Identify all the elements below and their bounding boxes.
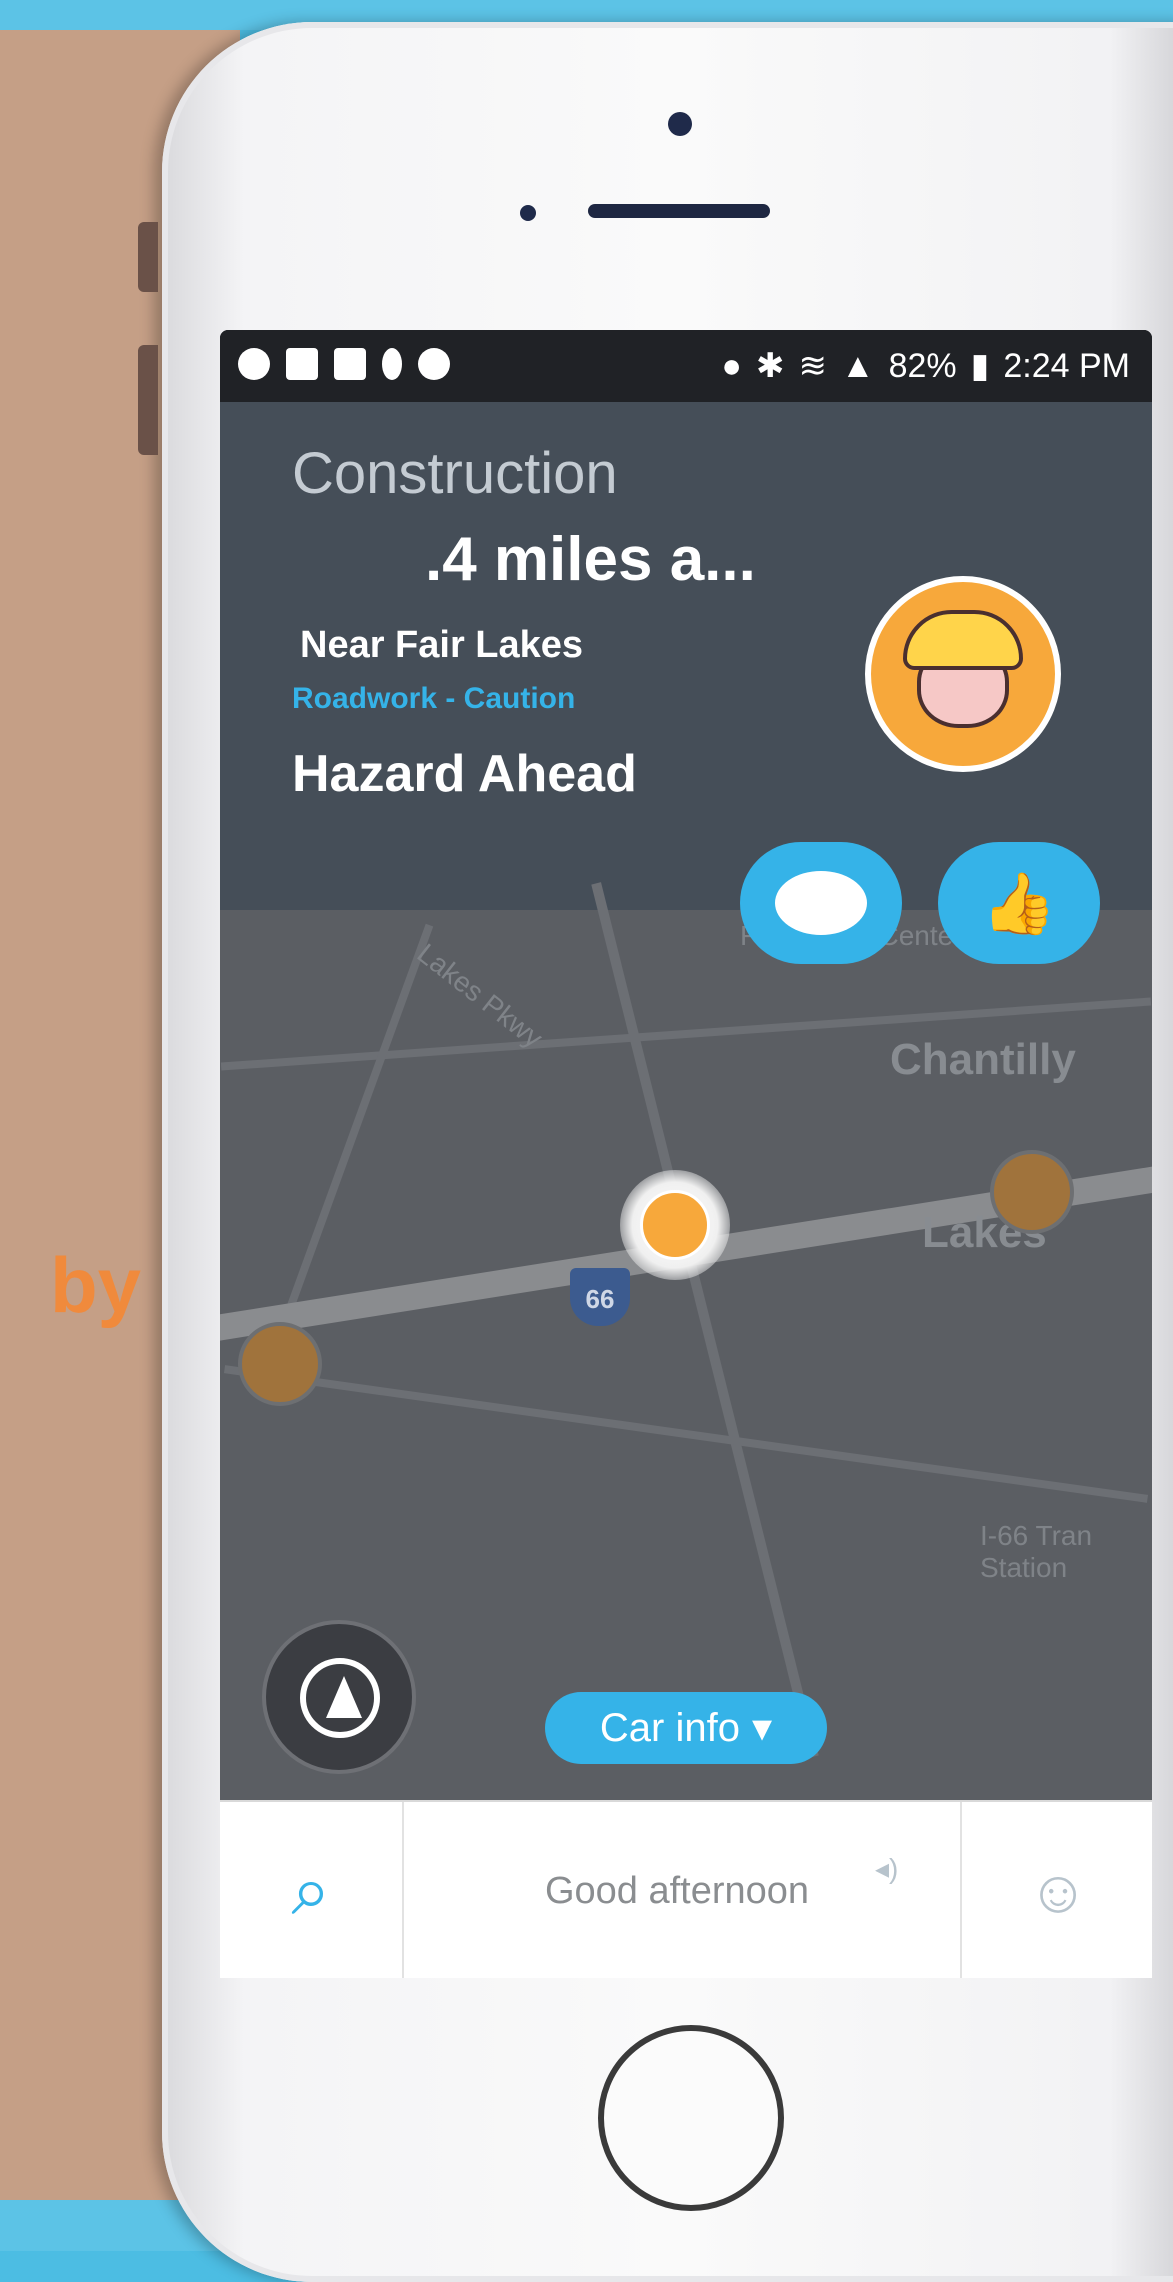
- bluetooth-icon: ✱: [755, 347, 785, 385]
- battery-icon: ▮: [970, 347, 990, 385]
- signal-icon: ▲: [840, 346, 875, 385]
- wifi-icon: ≋: [798, 347, 827, 385]
- front-camera: [668, 112, 692, 136]
- phone-call-icon: [382, 348, 402, 380]
- smiley-icon: [418, 348, 450, 380]
- proximity-sensor: [520, 205, 536, 221]
- map-gas-station-icon[interactable]: [238, 1322, 322, 1406]
- worker-helmet: [903, 610, 1023, 670]
- alert-category: Construction: [292, 441, 618, 506]
- check-icon: [238, 348, 270, 380]
- mute-switch: [138, 222, 158, 292]
- mail-icon: [334, 348, 366, 380]
- battery-percentage: 82%: [888, 346, 957, 385]
- map-road: [591, 882, 819, 1758]
- map-label-parkway: Lakes Pkwy: [411, 937, 549, 1054]
- comment-button[interactable]: [740, 842, 902, 964]
- map-view[interactable]: Lakes Pkwy Fair Lakes Center Chantilly L…: [220, 882, 1152, 1800]
- thumbs-up-icon: 👍: [981, 869, 1057, 937]
- greeting-text: Good afternoon: [544, 1869, 810, 1912]
- status-time: 2:24 PM: [1003, 346, 1130, 385]
- sound-icon[interactable]: ◂): [875, 1852, 898, 1885]
- alert-distance: .4 miles a...: [425, 525, 756, 594]
- waze-character-icon: ☺: [1027, 1857, 1089, 1925]
- map-label-station: I-66 Tran Station: [980, 1520, 1093, 1583]
- message-icon: [286, 348, 318, 380]
- map-gas-station-icon[interactable]: [990, 1150, 1074, 1234]
- alert-title: Hazard Ahead: [292, 745, 637, 803]
- bottom-bar: ⌕ Good afternoon ◂) ☺: [220, 1800, 1152, 1978]
- status-bar: ● ✱ ≋ ▲ 82% ▮ 2:24 PM: [220, 330, 1152, 402]
- car-info-label: Car info: [599, 1705, 740, 1750]
- alert-location: Near Fair Lakes: [300, 624, 584, 666]
- notification-icons: [238, 348, 450, 380]
- map-road: [223, 1365, 1149, 1503]
- hazard-alert-panel[interactable]: Construction .4 miles a... Near Fair Lak…: [220, 402, 1152, 910]
- thanks-button[interactable]: 👍: [938, 842, 1100, 964]
- search-button[interactable]: ⌕: [220, 1802, 404, 1978]
- volume-up-button: [138, 345, 158, 455]
- home-button[interactable]: [598, 2025, 784, 2211]
- overlay-by-text: by: [50, 1241, 142, 1329]
- comment-bubble-icon: [775, 871, 867, 935]
- phone-screen: ● ✱ ≋ ▲ 82% ▮ 2:24 PM Construction .4 mi…: [220, 330, 1152, 1978]
- map-label-chantilly: Chantilly: [890, 1035, 1076, 1084]
- search-icon: ⌕: [291, 1851, 331, 1929]
- chevron-down-icon: ▾: [751, 1706, 773, 1750]
- alert-type: Roadwork - Caution: [292, 682, 576, 715]
- menu-button[interactable]: ☺: [960, 1802, 1152, 1978]
- recenter-button[interactable]: [262, 1620, 416, 1774]
- location-icon: ●: [721, 346, 742, 385]
- map-hazard-marker[interactable]: [620, 1170, 730, 1280]
- interstate-shield: 66: [570, 1268, 630, 1326]
- construction-marker-icon: [640, 1190, 710, 1260]
- earpiece-speaker: [588, 204, 770, 218]
- car-info-button[interactable]: Car info ▾: [545, 1692, 827, 1764]
- navigation-arrow-icon: [326, 1676, 362, 1718]
- construction-worker-icon: [865, 576, 1061, 772]
- system-status: ● ✱ ≋ ▲ 82% ▮ 2:24 PM: [721, 346, 1130, 386]
